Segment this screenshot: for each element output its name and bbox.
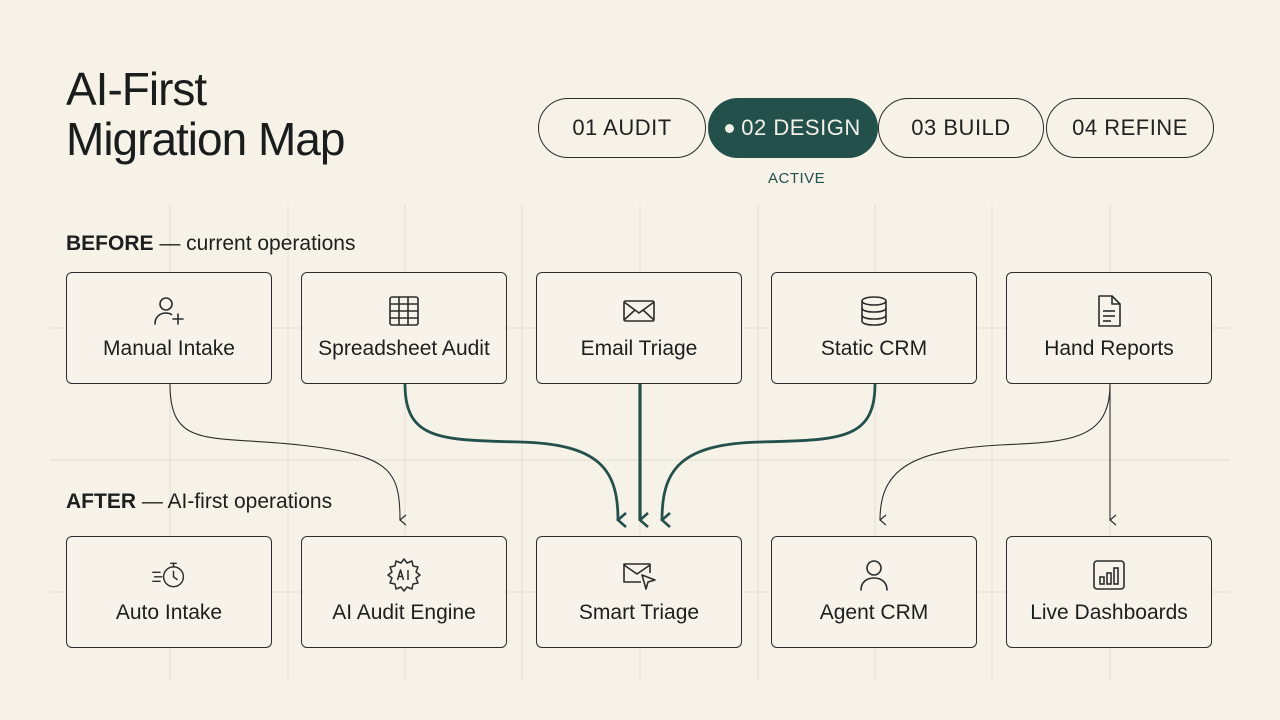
arrow-crm-to-smart-triage [660, 383, 877, 528]
box-label: AI Audit Engine [332, 601, 476, 624]
after-heading: AFTER [66, 490, 136, 513]
database-icon [856, 293, 892, 329]
before-box-static-crm[interactable]: Static CRM [771, 272, 977, 384]
active-dot-icon [725, 123, 735, 133]
box-label: Hand Reports [1044, 337, 1174, 360]
step-pill-build[interactable]: 03 BUILD [878, 98, 1044, 158]
before-box-hand-reports[interactable]: Hand Reports [1006, 272, 1212, 384]
box-label: Agent CRM [819, 601, 929, 624]
box-label: Email Triage [580, 337, 698, 360]
box-label: Static CRM [820, 337, 928, 360]
after-box-auto-intake[interactable]: Auto Intake [66, 536, 272, 648]
box-label: Smart Triage [578, 601, 700, 624]
before-box-email-triage[interactable]: Email Triage [536, 272, 742, 384]
step-pill-audit[interactable]: 01 AUDIT [538, 98, 706, 158]
after-subheading: — AI-first operations [136, 490, 333, 513]
step-label: 04 REFINE [1072, 115, 1188, 140]
envelope-icon [621, 293, 657, 329]
arrow-spreadsheet-to-smart-triage [403, 383, 627, 528]
after-box-live-dashboards[interactable]: Live Dashboards [1006, 536, 1212, 648]
box-label: Auto Intake [115, 601, 223, 624]
before-box-spreadsheet-audit[interactable]: Spreadsheet Audit [301, 272, 507, 384]
before-heading: BEFORE [66, 232, 154, 255]
step-pill-design[interactable]: 02 DESIGN [708, 98, 878, 158]
arrow-reports-to-agent-crm [879, 383, 1111, 526]
page-title: AI-First Migration Map [66, 63, 345, 165]
title-line-1: AI-First [66, 63, 207, 115]
before-subheading: — current operations [153, 232, 356, 255]
user-plus-icon [151, 293, 187, 329]
title-line-2: Migration Map [66, 113, 345, 165]
after-box-agent-crm[interactable]: Agent CRM [771, 536, 977, 648]
table-icon [386, 293, 422, 329]
ai-gear-icon [386, 557, 422, 593]
fast-timer-icon [151, 557, 187, 593]
after-box-smart-triage[interactable]: Smart Triage [536, 536, 742, 648]
after-section-label: AFTER — AI-first operations [66, 490, 332, 514]
box-label: Spreadsheet Audit [318, 337, 490, 360]
envelope-send-icon [621, 557, 657, 593]
box-label: Live Dashboards [1030, 601, 1188, 624]
step-label: 01 AUDIT [572, 115, 672, 140]
box-label: Manual Intake [103, 337, 235, 360]
before-section-label: BEFORE — current operations [66, 232, 355, 256]
after-box-ai-audit-engine[interactable]: AI Audit Engine [301, 536, 507, 648]
step-label: 03 BUILD [911, 115, 1011, 140]
person-icon [856, 557, 892, 593]
bar-chart-icon [1091, 557, 1127, 593]
step-label: 02 DESIGN [741, 115, 861, 140]
active-status-label: ACTIVE [768, 170, 826, 187]
before-box-manual-intake[interactable]: Manual Intake [66, 272, 272, 384]
step-pill-refine[interactable]: 04 REFINE [1046, 98, 1214, 158]
document-icon [1091, 293, 1127, 329]
